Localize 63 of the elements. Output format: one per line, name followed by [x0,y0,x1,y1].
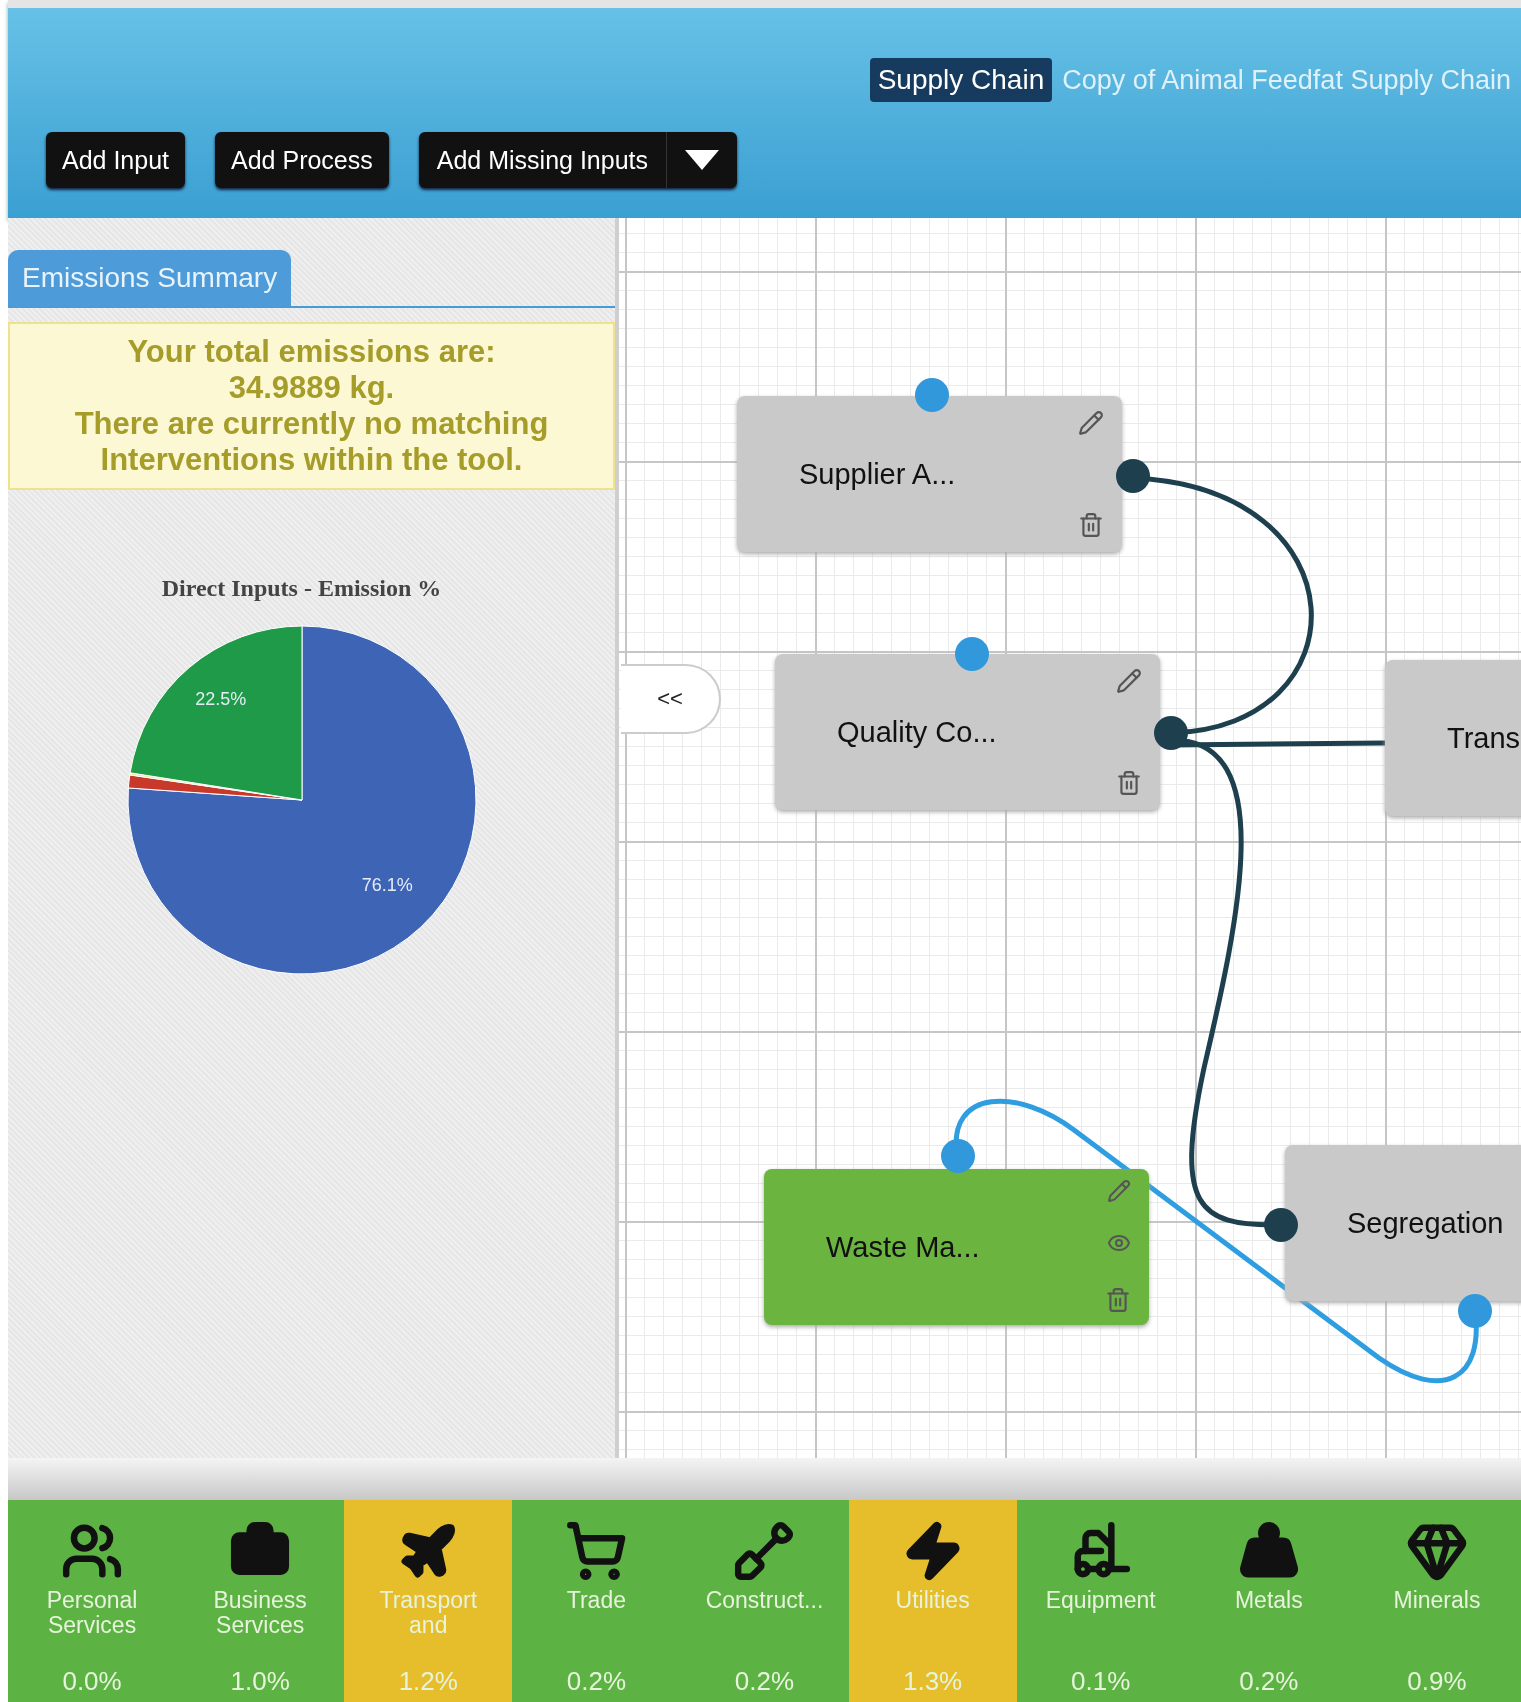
category-icon [565,1520,628,1582]
caret-icon [685,150,719,170]
category-icon [733,1520,796,1582]
category-label: Equipment [1044,1588,1157,1615]
category-label: Metals [1233,1588,1304,1615]
collapse-button[interactable]: << [621,664,721,734]
delete-icon[interactable] [1105,1287,1131,1313]
category-tile[interactable]: Trade 0.2% [512,1500,681,1702]
category-value: 0.2% [1239,1666,1299,1697]
emissions-notice: Your total emissions are: 34.9889 kg. There are currently no matching Interventions within the tool. [8,322,615,490]
output-port[interactable] [1116,459,1150,493]
toolbar-button[interactable]: Add Process [215,132,389,188]
node-label: Waste Ma... [826,1230,980,1264]
output-port[interactable] [1264,1208,1298,1242]
input-port[interactable] [915,378,949,412]
category-tile[interactable]: Business Services 1.0% [176,1500,345,1702]
node-label: Trans [1447,721,1521,755]
category-label: Personal Services [45,1588,139,1640]
category-value: 1.0% [230,1666,290,1697]
slice-label: 76.1% [361,875,413,896]
category-value: 0.2% [734,1666,795,1697]
category-tile[interactable]: Utilities 1.3% [848,1500,1017,1702]
category-tile[interactable]: Transport and 1.2% [344,1500,513,1702]
output-port[interactable] [1154,716,1188,750]
chart-title: Direct Inputs - Emission % [161,575,442,602]
summary-tab[interactable]: Emissions Summary [8,250,292,306]
category-tile[interactable]: Minerals 0.9% [1352,1500,1521,1702]
input-port[interactable] [955,637,989,671]
category-value: 0.1% [1071,1666,1131,1697]
category-tile[interactable]: Equipment 0.1% [1016,1500,1185,1702]
input-port[interactable] [941,1139,975,1173]
node-label: Supplier A... [799,457,956,491]
chain-title: Copy of Animal Feedfat Supply Chain [1062,64,1511,96]
node-label: Quality Co... [837,715,997,749]
category-tile[interactable]: Construct... 0.2% [680,1500,849,1702]
category-value: 1.2% [398,1666,458,1697]
category-label: Transport and [378,1588,479,1640]
chain-type-badge: Supply Chain [869,58,1053,102]
category-label: Construct... [704,1588,825,1615]
process-node[interactable]: Segregation [1285,1145,1521,1301]
category-label: Business Services [212,1588,308,1640]
toolbar-button[interactable]: Add Input [46,132,186,188]
edit-icon[interactable] [1078,410,1104,436]
delete-icon[interactable] [1078,512,1104,538]
category-value: 1.3% [902,1666,963,1697]
process-node[interactable]: Quality Co... [775,654,1160,810]
category-label: Minerals [1392,1588,1482,1615]
category-label: Trade [565,1588,627,1615]
category-value: 0.9% [1407,1666,1467,1697]
process-node[interactable]: Supplier A... [737,396,1122,552]
category-value: 0.0% [62,1666,122,1697]
process-node[interactable]: Waste Ma... [764,1169,1149,1325]
slice-label: 22.5% [194,688,246,709]
category-tile[interactable]: Metals 0.2% [1184,1500,1353,1702]
category-value: 0.2% [566,1666,626,1697]
category-label: Utilities [894,1588,971,1615]
edit-icon[interactable] [1116,668,1142,694]
node-label: Segregation [1347,1206,1504,1240]
delete-icon[interactable] [1116,770,1142,796]
input-port[interactable] [1458,1294,1492,1328]
category-tile[interactable]: Personal Services 0.0% [8,1500,177,1702]
edit-icon[interactable] [1107,1179,1131,1203]
process-node[interactable]: Trans [1385,660,1521,816]
